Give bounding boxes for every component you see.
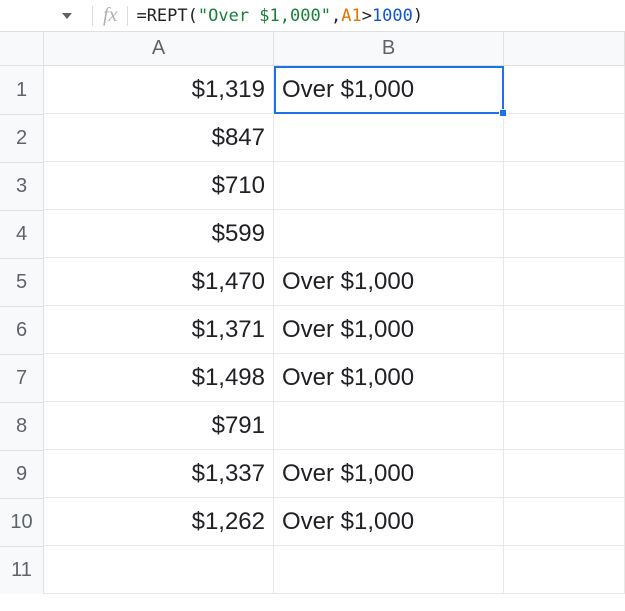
- row-header-5[interactable]: 5: [0, 258, 44, 306]
- row-header-6[interactable]: 6: [0, 306, 44, 354]
- cell-C6[interactable]: [504, 306, 625, 354]
- row-header-7[interactable]: 7: [0, 354, 44, 402]
- column-headers: A B: [44, 32, 625, 66]
- row-header-8[interactable]: 8: [0, 402, 44, 450]
- cell-B10[interactable]: Over $1,000: [274, 498, 504, 546]
- row-header-9[interactable]: 9: [0, 450, 44, 498]
- cell-C9[interactable]: [504, 450, 625, 498]
- formula-ref: A1: [341, 6, 361, 26]
- row-header-4[interactable]: 4: [0, 210, 44, 258]
- column-header-C[interactable]: [504, 32, 625, 66]
- cell-B11[interactable]: [274, 546, 504, 594]
- cell-C7[interactable]: [504, 354, 625, 402]
- row-header-11[interactable]: 11: [0, 546, 44, 594]
- select-all-corner[interactable]: [0, 32, 44, 66]
- cell-C4[interactable]: [504, 210, 625, 258]
- row-header-3[interactable]: 3: [0, 162, 44, 210]
- row-header-2[interactable]: 2: [0, 114, 44, 162]
- row-header-1[interactable]: 1: [0, 66, 44, 114]
- cell-C2[interactable]: [504, 114, 625, 162]
- cell-B8[interactable]: [274, 402, 504, 450]
- table-row: $1,319 Over $1,000: [44, 66, 625, 114]
- cell-B3[interactable]: [274, 162, 504, 210]
- table-row: $710: [44, 162, 625, 210]
- table-row: $1,371 Over $1,000: [44, 306, 625, 354]
- divider: [127, 6, 128, 26]
- column-header-B[interactable]: B: [274, 32, 504, 66]
- cell-B6[interactable]: Over $1,000: [274, 306, 504, 354]
- formula-num: 1000: [372, 6, 413, 26]
- formula-input[interactable]: =REPT("Over $1,000",A1>1000): [136, 6, 423, 26]
- row-headers: 1 2 3 4 5 6 7 8 9 10 11: [0, 66, 44, 594]
- formula-rparen: ): [413, 6, 423, 26]
- cell-B4[interactable]: [274, 210, 504, 258]
- cell-C10[interactable]: [504, 498, 625, 546]
- cell-A10[interactable]: $1,262: [44, 498, 274, 546]
- table-row: $791: [44, 402, 625, 450]
- cell-A4[interactable]: $599: [44, 210, 274, 258]
- table-row: $1,262 Over $1,000: [44, 498, 625, 546]
- cell-B9[interactable]: Over $1,000: [274, 450, 504, 498]
- cell-B7[interactable]: Over $1,000: [274, 354, 504, 402]
- cell-C3[interactable]: [504, 162, 625, 210]
- formula-eq: =: [136, 6, 146, 26]
- table-row: $1,337 Over $1,000: [44, 450, 625, 498]
- column-header-A[interactable]: A: [44, 32, 274, 66]
- formula-gt: >: [362, 6, 372, 26]
- cell-A1[interactable]: $1,319: [44, 66, 274, 114]
- cell-A9[interactable]: $1,337: [44, 450, 274, 498]
- formula-fn: REPT: [147, 6, 188, 26]
- divider: [92, 6, 93, 26]
- cell-A7[interactable]: $1,498: [44, 354, 274, 402]
- name-box-dropdown-icon[interactable]: [60, 9, 74, 23]
- cell-grid: $1,319 Over $1,000 $847 $710 $599 $1,470…: [44, 66, 625, 594]
- cell-C11[interactable]: [504, 546, 625, 594]
- cell-C8[interactable]: [504, 402, 625, 450]
- cell-A11[interactable]: [44, 546, 274, 594]
- formula-string: "Over $1,000": [198, 6, 331, 26]
- fx-icon: fx: [103, 4, 117, 27]
- formula-bar: fx =REPT("Over $1,000",A1>1000): [0, 0, 625, 32]
- table-row: $599: [44, 210, 625, 258]
- table-row: $1,498 Over $1,000: [44, 354, 625, 402]
- cell-C5[interactable]: [504, 258, 625, 306]
- table-row: [44, 546, 625, 594]
- cell-B1[interactable]: Over $1,000: [274, 66, 504, 114]
- cell-C1[interactable]: [504, 66, 625, 114]
- cell-A2[interactable]: $847: [44, 114, 274, 162]
- cell-B2[interactable]: [274, 114, 504, 162]
- cell-A3[interactable]: $710: [44, 162, 274, 210]
- table-row: $1,470 Over $1,000: [44, 258, 625, 306]
- cell-B5[interactable]: Over $1,000: [274, 258, 504, 306]
- row-header-10[interactable]: 10: [0, 498, 44, 546]
- cell-A5[interactable]: $1,470: [44, 258, 274, 306]
- formula-lparen: (: [188, 6, 198, 26]
- formula-comma: ,: [331, 6, 341, 26]
- table-row: $847: [44, 114, 625, 162]
- cell-A8[interactable]: $791: [44, 402, 274, 450]
- cell-A6[interactable]: $1,371: [44, 306, 274, 354]
